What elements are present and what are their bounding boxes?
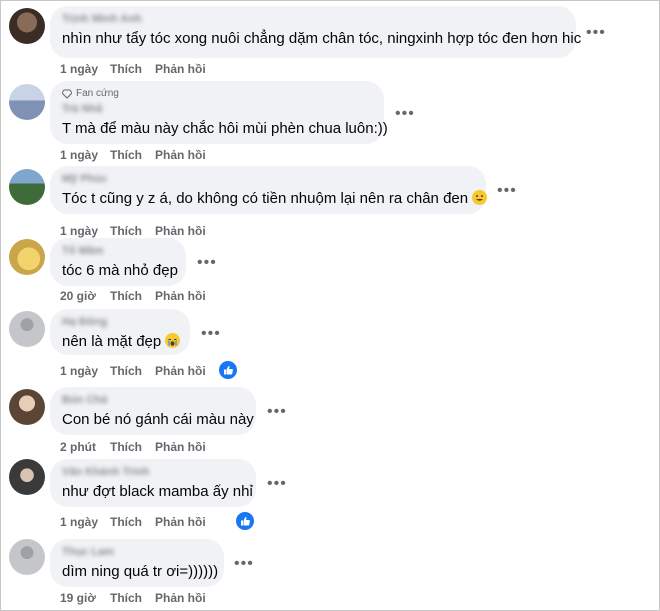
comment-time[interactable]: 1 ngày — [60, 224, 110, 238]
comment-time[interactable]: 2 phút — [60, 440, 110, 454]
avatar[interactable] — [9, 8, 45, 44]
like-link[interactable]: Thích — [110, 289, 155, 303]
more-options-icon[interactable]: ••• — [497, 183, 517, 199]
diamond-icon — [62, 89, 72, 99]
like-link[interactable]: Thích — [110, 364, 155, 378]
comment-bubble: Bún Chả Con bé nó gánh cái màu này — [50, 387, 256, 435]
more-options-icon[interactable]: ••• — [586, 25, 606, 41]
comment-bubble: Trịnh Minh Anh nhìn như tẩy tóc xong nuô… — [50, 6, 582, 58]
like-reaction-icon[interactable] — [235, 511, 255, 531]
avatar[interactable] — [9, 311, 45, 347]
reply-link[interactable]: Phản hồi — [155, 148, 206, 162]
comment-actions: 1 ngày Thích Phản hồi — [60, 515, 206, 529]
more-options-icon[interactable]: ••• — [201, 326, 221, 342]
comment-bubble: Văn Khánh Trình như đợt black mamba ấy n… — [50, 459, 256, 507]
like-reaction-icon[interactable] — [218, 360, 238, 380]
avatar[interactable] — [9, 169, 45, 205]
comment-time[interactable]: 1 ngày — [60, 62, 110, 76]
comment-text: Con bé nó gánh cái màu này — [62, 411, 254, 428]
comment-time[interactable]: 1 ngày — [60, 148, 110, 162]
more-options-icon[interactable]: ••• — [267, 404, 287, 420]
comment-actions: 1 ngày Thích Phản hồi — [60, 224, 206, 238]
comment-bubble: Thục Lam dìm ning quá tr ơi=)))))) — [50, 539, 224, 587]
commenter-name[interactable]: Trịnh Minh Anh — [62, 13, 564, 26]
comment-actions: 19 giờ Thích Phản hồi — [60, 591, 206, 605]
fan-badge: Fan cứng — [62, 88, 372, 100]
reply-link[interactable]: Phản hồi — [155, 289, 206, 303]
comment-bubble: Fan cứng Trà Nhã T mà để màu này chắc hô… — [50, 81, 388, 144]
commenter-name[interactable]: Hạ Đông — [62, 316, 178, 329]
fan-badge-label: Fan cứng — [76, 88, 119, 99]
reply-link[interactable]: Phản hồi — [155, 364, 206, 378]
like-link[interactable]: Thích — [110, 224, 155, 238]
comment-text: nên là mặt đẹp — [62, 332, 181, 351]
comment-actions: 1 ngày Thích Phản hồi — [60, 148, 206, 162]
commenter-name[interactable]: Văn Khánh Trình — [62, 466, 244, 479]
reply-link[interactable]: Phản hồi — [155, 591, 206, 605]
comment-text-content: nên là mặt đẹp — [62, 333, 162, 350]
comment-actions: 20 giờ Thích Phản hồi — [60, 289, 206, 303]
comment-text: Tóc t cũng y z á, do không có tiền nhuộm… — [62, 189, 488, 208]
like-link[interactable]: Thích — [110, 515, 155, 529]
reply-link[interactable]: Phản hồi — [155, 62, 206, 76]
more-options-icon[interactable]: ••• — [197, 255, 217, 271]
comment-bubble: Tổ Mầm tóc 6 mà nhỏ đẹp — [50, 238, 186, 286]
comment-text-content: Tóc t cũng y z á, do không có tiền nhuộm… — [62, 190, 469, 207]
commenter-name[interactable]: Trà Nhã — [62, 103, 372, 116]
comment-bubble: Mỹ Phúc Tóc t cũng y z á, do không có ti… — [50, 166, 488, 214]
reply-link[interactable]: Phản hồi — [155, 224, 206, 238]
grinning-face-icon — [472, 190, 488, 205]
comment-actions: 2 phút Thích Phản hồi — [60, 440, 206, 454]
comment-text: nhìn như tẩy tóc xong nuôi chẳng dặm châ… — [62, 30, 582, 47]
comment-actions: 1 ngày Thích Phản hồi — [60, 62, 206, 76]
avatar[interactable] — [9, 84, 45, 120]
like-link[interactable]: Thích — [110, 62, 155, 76]
comment-time[interactable]: 1 ngày — [60, 515, 110, 529]
commenter-name[interactable]: Thục Lam — [62, 546, 212, 559]
comment-time[interactable]: 19 giờ — [60, 591, 110, 605]
avatar[interactable] — [9, 459, 45, 495]
comment-text: dìm ning quá tr ơi=)))))) — [62, 563, 219, 580]
comment-text: T mà để màu này chắc hôi mùi phèn chua l… — [62, 120, 388, 137]
like-link[interactable]: Thích — [110, 148, 155, 162]
avatar[interactable] — [9, 239, 45, 275]
comment-text: tóc 6 mà nhỏ đẹp — [62, 262, 178, 279]
commenter-name[interactable]: Mỹ Phúc — [62, 173, 474, 186]
reply-link[interactable]: Phản hồi — [155, 440, 206, 454]
comment-actions: 1 ngày Thích Phản hồi — [60, 364, 206, 378]
like-link[interactable]: Thích — [110, 440, 155, 454]
avatar[interactable] — [9, 539, 45, 575]
crying-face-icon — [165, 333, 181, 348]
comment-time[interactable]: 1 ngày — [60, 364, 110, 378]
comment-bubble: Hạ Đông nên là mặt đẹp — [50, 309, 190, 355]
like-link[interactable]: Thích — [110, 591, 155, 605]
avatar[interactable] — [9, 389, 45, 425]
more-options-icon[interactable]: ••• — [234, 556, 254, 572]
commenter-name[interactable]: Bún Chả — [62, 394, 244, 407]
more-options-icon[interactable]: ••• — [395, 106, 415, 122]
commenter-name[interactable]: Tổ Mầm — [62, 245, 174, 258]
comment-text: như đợt black mamba ấy nhỉ — [62, 483, 253, 500]
more-options-icon[interactable]: ••• — [267, 476, 287, 492]
reply-link[interactable]: Phản hồi — [155, 515, 206, 529]
comment-time[interactable]: 20 giờ — [60, 289, 110, 303]
